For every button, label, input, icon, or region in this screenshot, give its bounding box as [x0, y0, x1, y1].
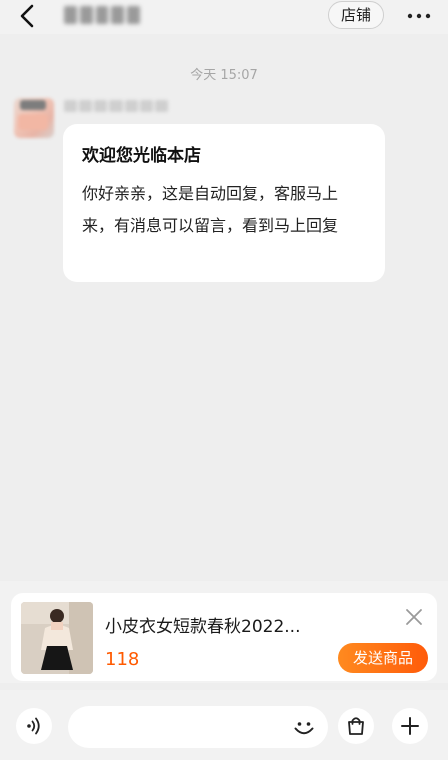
voice-icon[interactable] [16, 708, 52, 744]
back-chevron-icon[interactable] [14, 3, 42, 29]
chat-title-redacted [64, 6, 140, 24]
message-input[interactable] [68, 706, 328, 748]
product-card[interactable]: 小皮衣女短款春秋2022... 118 发送商品 [11, 593, 437, 681]
product-bar: 小皮衣女短款春秋2022... 118 发送商品 [0, 581, 448, 683]
product-title[interactable]: 小皮衣女短款春秋2022... [105, 612, 325, 637]
more-dots-icon[interactable] [404, 8, 434, 22]
message-title: 欢迎您光临本店 [82, 146, 201, 166]
chat-screen: 店铺 今天 15:07 欢迎您光临本店 你好亲亲，这是自动回复，客服马上来，有消… [0, 0, 448, 760]
message-timestamp: 今天 15:07 [190, 68, 258, 83]
store-button[interactable]: 店铺 [328, 1, 384, 29]
sender-name-redacted [64, 100, 168, 112]
emoji-icon[interactable] [290, 714, 318, 742]
product-price: 118 [105, 649, 140, 670]
send-product-button[interactable]: 发送商品 [338, 643, 428, 673]
close-icon[interactable] [405, 608, 423, 626]
chat-header: 店铺 [0, 0, 448, 34]
product-thumbnail[interactable] [21, 602, 93, 674]
avatar[interactable] [14, 98, 54, 138]
message-bubble[interactable]: 欢迎您光临本店 你好亲亲，这是自动回复，客服马上来，有消息可以留言，看到马上回复 [63, 124, 385, 282]
plus-icon[interactable] [392, 708, 428, 744]
shopping-bag-icon[interactable] [338, 708, 374, 744]
input-bar [0, 690, 448, 760]
message-body: 你好亲亲，这是自动回复，客服马上来，有消息可以留言，看到马上回复 [82, 184, 339, 235]
